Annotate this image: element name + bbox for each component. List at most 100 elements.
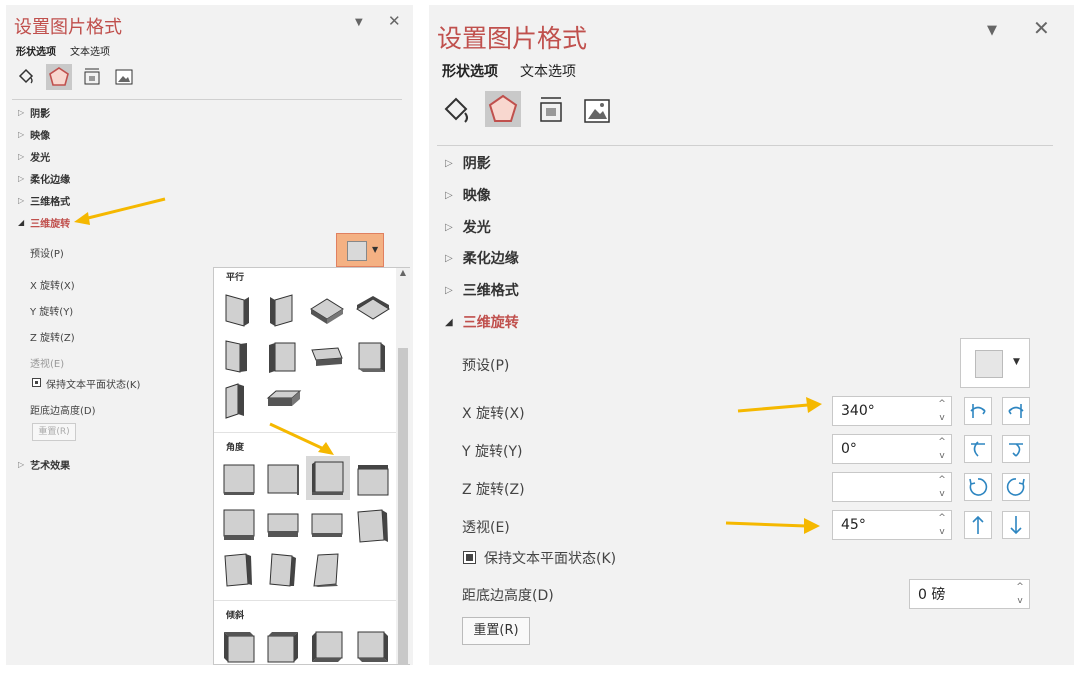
preset-parallel-10[interactable]	[264, 388, 302, 414]
expand-icon: ▷	[445, 252, 453, 264]
decrease-perspective-button[interactable]	[1002, 511, 1030, 539]
preset-gallery: 平行 ▲ 角度 倾斜	[213, 267, 410, 665]
distance-input[interactable]: 0 磅 ^ v	[909, 579, 1030, 609]
fill-line-icon[interactable]	[441, 95, 473, 127]
tab-shape-options[interactable]: 形状选项	[442, 61, 498, 81]
section-shadow[interactable]: ▷ 阴影	[18, 105, 50, 120]
tab-text-options[interactable]: 文本选项	[520, 61, 576, 81]
section-artistic-effects[interactable]: ▷ 艺术效果	[18, 457, 70, 472]
preset-angle-1[interactable]	[222, 463, 256, 497]
section-glow[interactable]: ▷ 发光	[18, 149, 50, 164]
reset-button[interactable]: 重置(R)	[462, 617, 530, 645]
collapse-triangle-icon: ◢	[18, 218, 25, 227]
perspective-input[interactable]: 45° ^ v	[832, 510, 952, 540]
expand-icon: ▷	[18, 196, 25, 205]
close-icon[interactable]: ✕	[388, 12, 401, 30]
section-label: 柔化边缘	[30, 175, 71, 186]
section-label: 阴影	[462, 156, 491, 172]
preset-parallel-5[interactable]	[222, 338, 252, 374]
section-3d-rotation[interactable]: ◢ 三维旋转	[445, 312, 519, 332]
preset-parallel-4[interactable]	[354, 296, 392, 326]
chevron-down-icon: ▼	[372, 245, 379, 254]
section-label: 三维旋转	[30, 219, 71, 230]
scroll-up-icon[interactable]: ▲	[396, 268, 410, 277]
preset-parallel-6[interactable]	[266, 338, 298, 374]
keep-flat-checkbox[interactable]	[32, 378, 41, 387]
preset-parallel-2[interactable]	[266, 292, 296, 328]
preset-angle-7[interactable]	[310, 512, 344, 542]
close-icon[interactable]: ✕	[1033, 16, 1050, 40]
rotate-left-button[interactable]	[964, 397, 992, 425]
preset-oblique-3[interactable]	[310, 630, 344, 664]
preset-angle-8[interactable]	[356, 508, 390, 544]
section-3d-rotation[interactable]: ◢ 三维旋转	[18, 215, 70, 230]
preset-oblique-1[interactable]	[222, 630, 256, 664]
preset-angle-10[interactable]	[266, 552, 298, 588]
section-reflection[interactable]: ▷ 映像	[18, 127, 50, 142]
rotate-right-button[interactable]	[1002, 397, 1030, 425]
preset-parallel-1[interactable]	[222, 292, 252, 328]
preset-angle-11[interactable]	[310, 552, 342, 588]
annotation-arrow	[725, 518, 820, 534]
preset-dropdown-button[interactable]: ▼	[336, 233, 384, 267]
preset-parallel-7[interactable]	[308, 344, 346, 370]
section-shadow[interactable]: ▷ 阴影	[445, 153, 491, 173]
preset-angle-6[interactable]	[266, 512, 300, 542]
z-rotation-input[interactable]: ^ v	[832, 472, 952, 502]
section-glow[interactable]: ▷ 发光	[445, 217, 491, 237]
preset-label: 预设(P)	[462, 358, 510, 374]
rotate-up-button[interactable]	[964, 435, 992, 463]
scroll-thumb[interactable]	[398, 348, 408, 664]
preset-oblique-4[interactable]	[356, 630, 390, 664]
spinner-arrows[interactable]: ^ v	[937, 475, 947, 499]
size-properties-icon[interactable]	[535, 95, 567, 127]
rotate-counterclockwise-button[interactable]	[964, 473, 992, 501]
section-3d-format[interactable]: ▷ 三维格式	[18, 193, 70, 208]
x-rotation-label: X 旋转(X)	[30, 281, 75, 292]
preset-parallel-3[interactable]	[308, 296, 346, 326]
rotate-clockwise-button[interactable]	[1002, 473, 1030, 501]
y-rotation-input[interactable]: 0° ^ v	[832, 434, 952, 464]
section-reflection[interactable]: ▷ 映像	[445, 185, 491, 205]
gallery-scrollbar[interactable]: ▲	[396, 268, 410, 664]
increase-perspective-button[interactable]	[964, 511, 992, 539]
fill-line-icon[interactable]	[16, 67, 36, 87]
spinner-arrows[interactable]: ^ v	[937, 399, 947, 423]
section-soft-edges[interactable]: ▷ 柔化边缘	[445, 248, 519, 268]
reset-button[interactable]: 重置(R)	[32, 423, 76, 441]
preset-parallel-9[interactable]	[222, 382, 252, 420]
section-label: 发光	[30, 153, 51, 164]
section-soft-edges[interactable]: ▷ 柔化边缘	[18, 171, 70, 186]
preset-angle-2[interactable]	[266, 463, 300, 497]
preset-dropdown-button[interactable]: ▼	[960, 338, 1030, 388]
expand-icon: ▷	[445, 284, 453, 296]
preset-oblique-2[interactable]	[266, 630, 300, 664]
y-rotation-label: Y 旋转(Y)	[462, 444, 523, 460]
effects-icon[interactable]	[485, 91, 521, 127]
collapse-icon[interactable]: ▼	[987, 23, 997, 38]
section-label: 三维格式	[30, 197, 71, 208]
preset-angle-3-selected[interactable]	[306, 456, 350, 500]
spinner-arrows[interactable]: ^ v	[1015, 582, 1025, 606]
tab-text-options[interactable]: 文本选项	[70, 43, 110, 58]
section-label: 发光	[462, 220, 491, 236]
x-rotation-value: 340°	[841, 403, 875, 419]
spinner-arrows[interactable]: ^ v	[937, 437, 947, 461]
picture-icon[interactable]	[114, 67, 134, 87]
tab-shape-options[interactable]: 形状选项	[16, 43, 56, 58]
rotate-down-button[interactable]	[1002, 435, 1030, 463]
section-3d-format[interactable]: ▷ 三维格式	[445, 280, 519, 300]
size-properties-icon[interactable]	[82, 67, 102, 87]
section-label: 艺术效果	[30, 461, 71, 472]
effects-icon[interactable]	[46, 64, 72, 90]
keep-flat-checkbox[interactable]	[463, 551, 476, 564]
keep-flat-label: 保持文本平面状态(K)	[46, 380, 141, 391]
preset-angle-5[interactable]	[222, 508, 256, 542]
preset-angle-9[interactable]	[222, 552, 254, 588]
preset-angle-4[interactable]	[356, 463, 390, 497]
collapse-icon[interactable]: ▼	[355, 17, 363, 28]
x-rotation-input[interactable]: 340° ^ v	[832, 396, 952, 426]
preset-parallel-8[interactable]	[356, 338, 388, 374]
picture-icon[interactable]	[581, 95, 613, 127]
spinner-arrows[interactable]: ^ v	[937, 513, 947, 537]
